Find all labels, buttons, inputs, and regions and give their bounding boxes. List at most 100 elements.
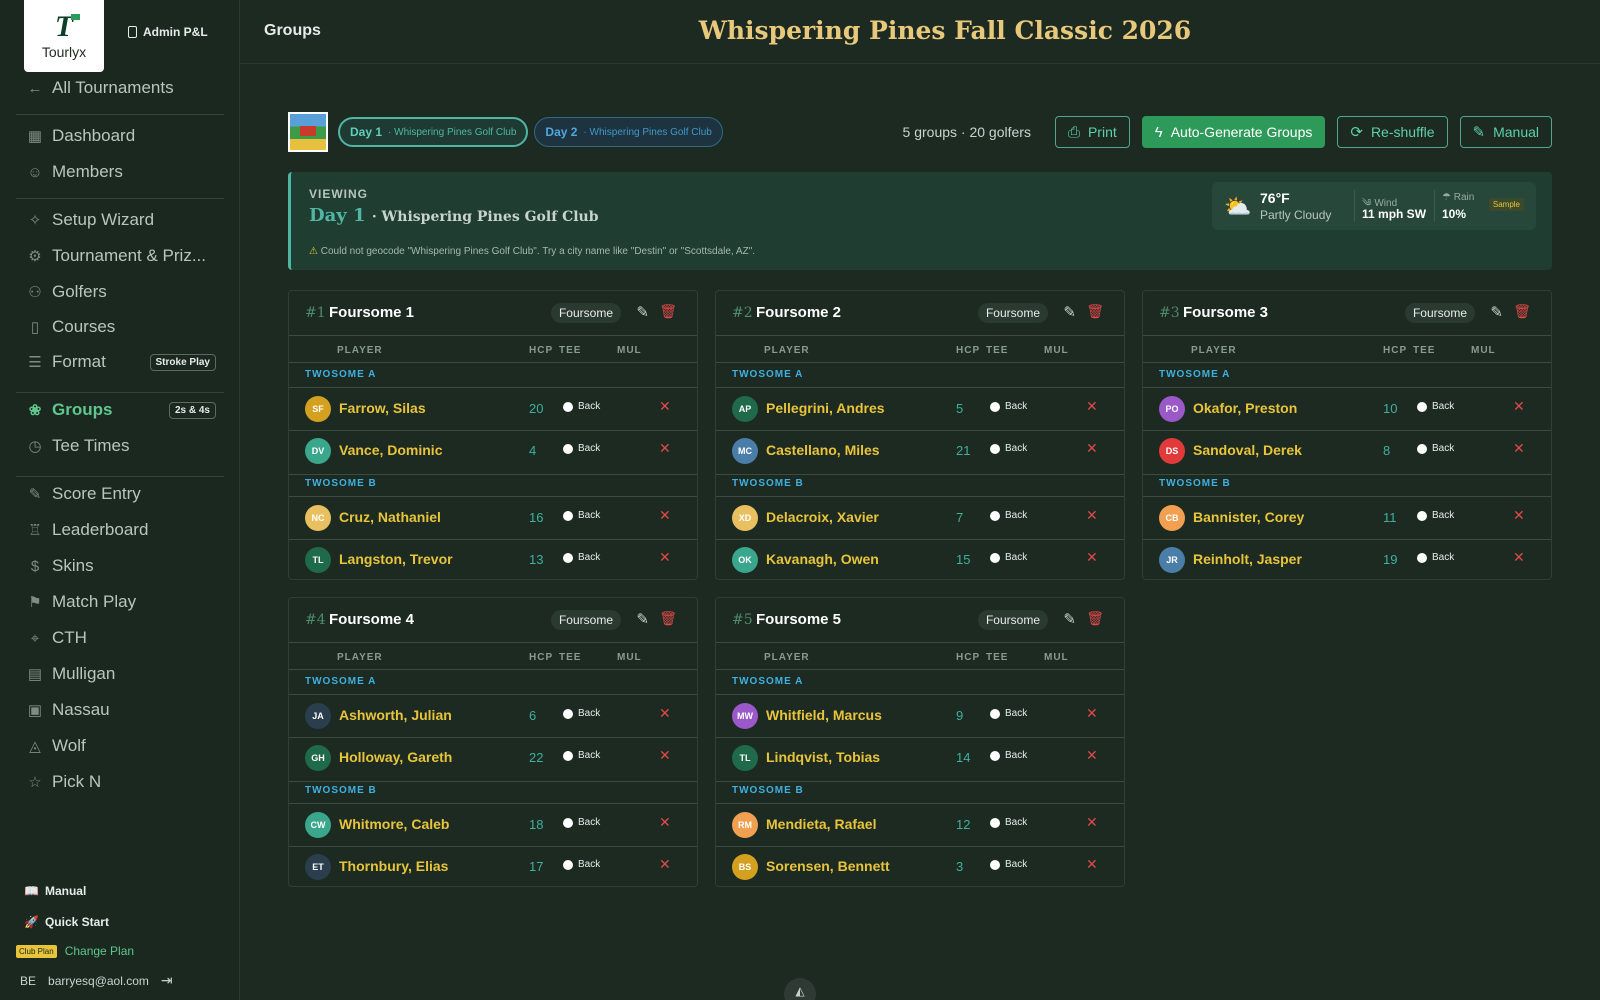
player-name[interactable]: Pellegrini, Andres — [766, 400, 885, 416]
sidebar-item-nassau[interactable]: ▣ Nassau — [26, 700, 216, 720]
edit-group-icon[interactable]: ✎ — [1063, 303, 1076, 321]
tee-selector[interactable]: Back — [990, 510, 1027, 521]
sidebar-item-members[interactable]: ☺ Members — [26, 162, 216, 182]
sidebar-item-leaderboard[interactable]: ♖ Leaderboard — [26, 520, 216, 540]
tee-selector[interactable]: Back — [563, 750, 600, 761]
sidebar-item-mulligan[interactable]: ▤ Mulligan — [26, 664, 216, 684]
tee-selector[interactable]: Back — [563, 552, 600, 563]
tee-selector[interactable]: Back — [563, 510, 600, 521]
remove-player-icon[interactable]: ✕ — [1086, 814, 1098, 831]
tee-selector[interactable]: Back — [990, 859, 1027, 870]
tee-selector[interactable]: Back — [563, 401, 600, 412]
remove-player-icon[interactable]: ✕ — [1513, 507, 1525, 524]
reshuffle-button[interactable]: ⟳ Re-shuffle — [1337, 116, 1448, 148]
remove-player-icon[interactable]: ✕ — [1513, 549, 1525, 566]
tee-selector[interactable]: Back — [990, 401, 1027, 412]
tee-selector[interactable]: Back — [1417, 401, 1454, 412]
player-name[interactable]: Kavanagh, Owen — [766, 551, 879, 567]
delete-group-icon[interactable]: 🗑 — [1086, 303, 1104, 320]
remove-player-icon[interactable]: ✕ — [1086, 440, 1098, 457]
admin-pl-link[interactable]: Admin P&L — [128, 25, 208, 39]
auto-generate-button[interactable]: ϟ Auto-Generate Groups — [1141, 116, 1326, 148]
delete-group-icon[interactable]: 🗑 — [1513, 303, 1531, 320]
print-button[interactable]: ⎙ Print — [1054, 116, 1130, 148]
edit-group-icon[interactable]: ✎ — [1490, 303, 1503, 321]
sidebar-item-tournament-priz[interactable]: ⚙ Tournament & Priz... — [26, 246, 216, 266]
remove-player-icon[interactable]: ✕ — [1086, 549, 1098, 566]
player-name[interactable]: Bannister, Corey — [1193, 509, 1304, 525]
player-name[interactable]: Reinholt, Jasper — [1193, 551, 1302, 567]
player-name[interactable]: Ashworth, Julian — [339, 707, 452, 723]
remove-player-icon[interactable]: ✕ — [1086, 398, 1098, 415]
remove-player-icon[interactable]: ✕ — [659, 747, 671, 764]
remove-player-icon[interactable]: ✕ — [659, 507, 671, 524]
all-tournaments-link[interactable]: ← All Tournaments — [26, 78, 216, 98]
sidebar-item-courses[interactable]: ▯ Courses — [26, 317, 216, 337]
remove-player-icon[interactable]: ✕ — [1513, 398, 1525, 415]
sidebar-item-wolf[interactable]: ◬ Wolf — [26, 736, 216, 756]
player-name[interactable]: Whitfield, Marcus — [766, 707, 882, 723]
tee-selector[interactable]: Back — [563, 859, 600, 870]
tourlyx-logo[interactable]: T Tourlyx — [24, 0, 104, 72]
remove-player-icon[interactable]: ✕ — [659, 440, 671, 457]
player-name[interactable]: Mendieta, Rafael — [766, 816, 876, 832]
player-name[interactable]: Okafor, Preston — [1193, 400, 1297, 416]
tee-selector[interactable]: Back — [563, 443, 600, 454]
player-name[interactable]: Holloway, Gareth — [339, 749, 452, 765]
delete-group-icon[interactable]: 🗑 — [659, 610, 677, 627]
remove-player-icon[interactable]: ✕ — [1513, 440, 1525, 457]
manual-link[interactable]: 📖 Manual — [24, 884, 86, 898]
player-name[interactable]: Langston, Trevor — [339, 551, 453, 567]
player-name[interactable]: Sorensen, Bennett — [766, 858, 890, 874]
tee-selector[interactable]: Back — [563, 708, 600, 719]
remove-player-icon[interactable]: ✕ — [1086, 856, 1098, 873]
delete-group-icon[interactable]: 🗑 — [1086, 610, 1104, 627]
sidebar-item-groups[interactable]: ❀ Groups 2s & 4s — [26, 400, 216, 420]
tee-selector[interactable]: Back — [990, 817, 1027, 828]
delete-group-icon[interactable]: 🗑 — [659, 303, 677, 320]
player-name[interactable]: Thornbury, Elias — [339, 858, 448, 874]
sidebar-item-match-play[interactable]: ⚑ Match Play — [26, 592, 216, 612]
edit-group-icon[interactable]: ✎ — [1063, 610, 1076, 628]
tee-selector[interactable]: Back — [990, 750, 1027, 761]
edit-group-icon[interactable]: ✎ — [636, 303, 649, 321]
player-name[interactable]: Lindqvist, Tobias — [766, 749, 880, 765]
sidebar-item-format[interactable]: ☰ Format Stroke Play — [26, 352, 216, 372]
remove-player-icon[interactable]: ✕ — [659, 856, 671, 873]
sidebar-item-score-entry[interactable]: ✎ Score Entry — [26, 484, 216, 504]
player-name[interactable]: Whitmore, Caleb — [339, 816, 449, 832]
remove-player-icon[interactable]: ✕ — [659, 705, 671, 722]
tee-selector[interactable]: Back — [1417, 552, 1454, 563]
edit-group-icon[interactable]: ✎ — [636, 610, 649, 628]
day-2-tab[interactable]: Day 2 · Whispering Pines Golf Club — [534, 117, 723, 147]
tee-selector[interactable]: Back — [563, 817, 600, 828]
remove-player-icon[interactable]: ✕ — [659, 398, 671, 415]
remove-player-icon[interactable]: ✕ — [659, 549, 671, 566]
sidebar-item-tee-times[interactable]: ◷ Tee Times — [26, 436, 216, 456]
player-name[interactable]: Cruz, Nathaniel — [339, 509, 441, 525]
tee-selector[interactable]: Back — [990, 708, 1027, 719]
tee-selector[interactable]: Back — [990, 443, 1027, 454]
tee-selector[interactable]: Back — [1417, 510, 1454, 521]
quick-start-link[interactable]: 🚀 Quick Start — [24, 915, 109, 929]
tee-selector[interactable]: Back — [990, 552, 1027, 563]
sidebar-item-dashboard[interactable]: ▦ Dashboard — [26, 126, 216, 146]
sidebar-item-golfers[interactable]: ⚇ Golfers — [26, 282, 216, 302]
remove-player-icon[interactable]: ✕ — [1086, 507, 1098, 524]
player-name[interactable]: Farrow, Silas — [339, 400, 426, 416]
change-plan-link[interactable]: Change Plan — [65, 944, 134, 958]
sidebar-item-cth[interactable]: ⌖ CTH — [26, 628, 216, 648]
player-name[interactable]: Castellano, Miles — [766, 442, 880, 458]
day-1-tab[interactable]: Day 1 · Whispering Pines Golf Club — [338, 117, 529, 147]
player-name[interactable]: Vance, Dominic — [339, 442, 442, 458]
tee-selector[interactable]: Back — [1417, 443, 1454, 454]
manual-button[interactable]: ✎ Manual — [1459, 116, 1552, 148]
remove-player-icon[interactable]: ✕ — [1086, 705, 1098, 722]
remove-player-icon[interactable]: ✕ — [659, 814, 671, 831]
sidebar-item-pick-n[interactable]: ☆ Pick N — [26, 772, 216, 792]
player-name[interactable]: Sandoval, Derek — [1193, 442, 1302, 458]
logout-icon[interactable]: ⇥ — [161, 972, 173, 989]
sidebar-item-skins[interactable]: $ Skins — [26, 556, 216, 576]
sidebar-item-setup-wizard[interactable]: ✧ Setup Wizard — [26, 210, 216, 230]
remove-player-icon[interactable]: ✕ — [1086, 747, 1098, 764]
